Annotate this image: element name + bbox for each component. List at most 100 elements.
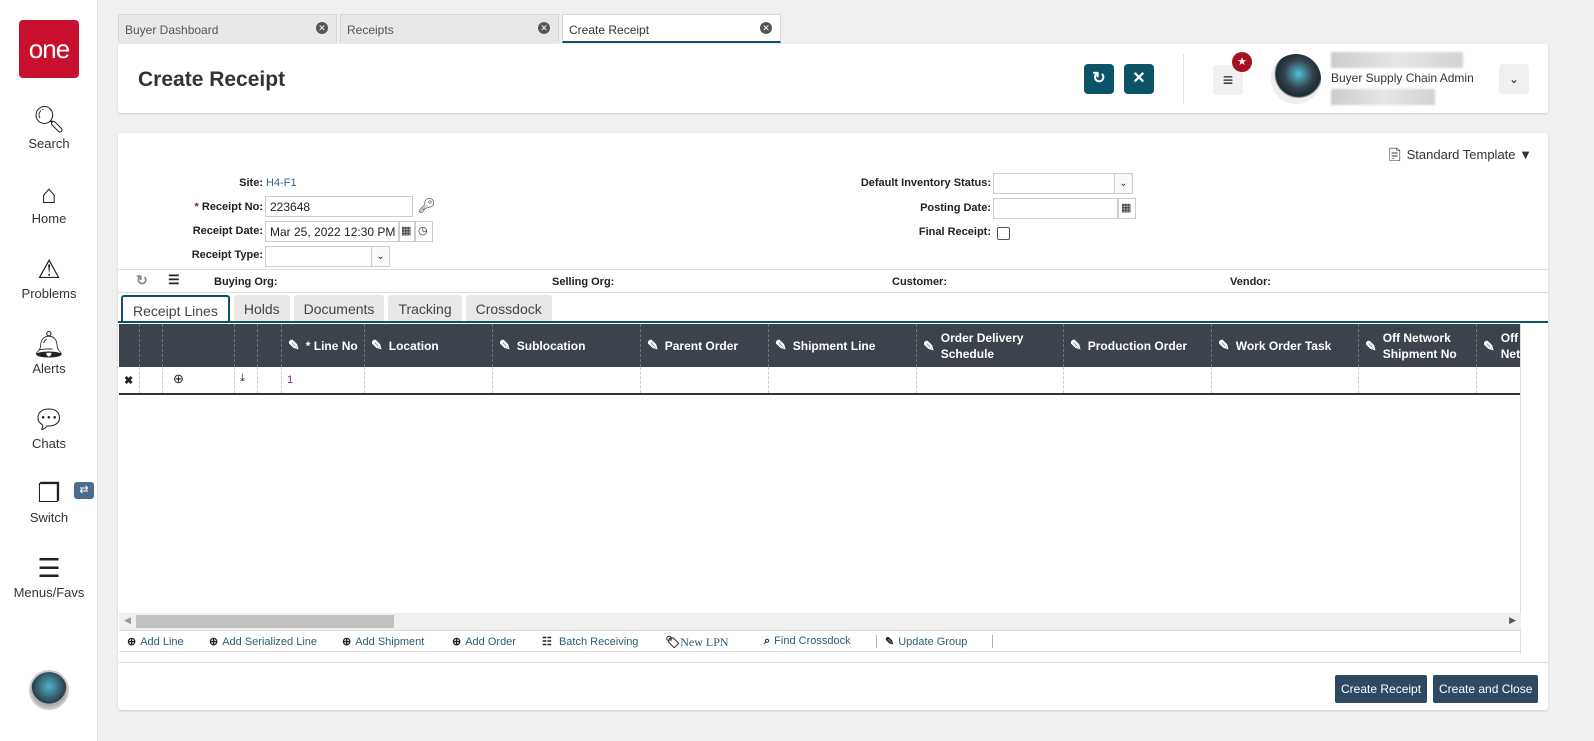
posting-date-input[interactable]	[993, 198, 1118, 219]
column-sublocation[interactable]: ✎ Sublocation	[492, 324, 640, 367]
edit-icon: ✎	[647, 337, 659, 353]
batch-receiving-button[interactable]: ☷ Batch Receiving	[542, 635, 638, 648]
final-receipt-checkbox[interactable]	[997, 227, 1010, 240]
plus-circle-icon: ⊕	[127, 636, 137, 648]
column-shipment-line[interactable]: ✎ Shipment Line	[768, 324, 916, 367]
inventory-status-label: Default Inventory Status:	[860, 177, 991, 189]
switch-badge-icon: ⇄	[74, 482, 94, 499]
close-button[interactable]: ✕	[1124, 64, 1154, 94]
user-avatar[interactable]	[29, 670, 69, 710]
subtab-tracking[interactable]: Tracking	[388, 295, 462, 322]
add-shipment-button[interactable]: ⊕ Add Shipment	[342, 635, 424, 648]
horizontal-scrollbar[interactable]: ◀ ▶	[119, 613, 1521, 630]
subtab-crossdock[interactable]: Crossdock	[465, 295, 552, 322]
sidebar-item-label: Menus/Favs	[13, 585, 85, 600]
refresh-button[interactable]: ↻	[1084, 64, 1114, 94]
sidebar-item-alerts[interactable]: 🔔︎ Alerts	[0, 329, 98, 376]
home-icon: ⌂	[41, 179, 57, 209]
calendar-icon[interactable]: ▦	[399, 221, 415, 242]
calendar-icon[interactable]: ▦	[1118, 198, 1136, 219]
blurred-org	[1331, 89, 1435, 105]
download-icon[interactable]: ⤓	[234, 367, 257, 393]
app-logo[interactable]: one	[19, 20, 79, 78]
template-selector[interactable]: 📄︎ Standard Template ▼	[1386, 147, 1532, 163]
scroll-left-icon[interactable]: ◀	[124, 615, 131, 626]
add-order-button[interactable]: ⊕ Add Order	[452, 635, 516, 648]
refresh-icon[interactable]: ↻	[136, 272, 148, 289]
new-lpn-button[interactable]: 🏷︎New LPN	[665, 635, 729, 650]
column-production-order[interactable]: ✎ Production Order	[1063, 324, 1211, 367]
sidebar-item-menus[interactable]: ☰ Menus/Favs	[0, 553, 98, 600]
boxes-icon: ☷	[542, 636, 552, 648]
receipt-type-select[interactable]: ⌄	[265, 246, 390, 267]
tab-receipts[interactable]: Receipts ✕	[340, 14, 559, 43]
column-off-network-shipment-no[interactable]: ✎ Off Network Shipment No	[1358, 324, 1476, 367]
shipment-line-cell[interactable]	[768, 367, 916, 393]
off-network-order-cell[interactable]	[1476, 367, 1520, 393]
vendor-label: Vendor:	[1230, 276, 1271, 288]
edit-icon: ✎	[1070, 337, 1082, 353]
plus-circle-icon: ⊕	[342, 636, 352, 648]
action-label: Add Order	[465, 636, 516, 648]
plus-circle-icon: ⊕	[452, 636, 462, 648]
create-and-close-button[interactable]: Create and Close	[1433, 675, 1539, 703]
sidebar-item-home[interactable]: ⌂ Home	[0, 179, 98, 226]
edit-icon: ✎	[371, 337, 383, 353]
inventory-status-select[interactable]: ⌄	[993, 173, 1133, 194]
subtab-documents[interactable]: Documents	[293, 295, 385, 322]
key-icon[interactable]: 🔑︎	[418, 197, 436, 214]
add-serialized-line-button[interactable]: ⊕ Add Serialized Line	[209, 635, 317, 648]
add-line-button[interactable]: ⊕ Add Line	[127, 635, 184, 648]
site-value: H4-F1	[266, 177, 297, 189]
column-order-delivery-schedule[interactable]: ✎ Order Delivery Schedule	[916, 324, 1063, 367]
column-location[interactable]: ✎ Location	[364, 324, 492, 367]
production-order-cell[interactable]	[1063, 367, 1211, 393]
clock-icon[interactable]: ◷	[415, 221, 433, 242]
avatar[interactable]	[1271, 54, 1321, 104]
subtab-holds[interactable]: Holds	[233, 295, 290, 322]
sidebar-item-search[interactable]: 🔍︎ Search	[0, 104, 98, 151]
edit-icon: ✎	[499, 337, 511, 353]
edit-icon: ✎	[885, 636, 895, 648]
menu-icon: ☰	[37, 553, 61, 583]
tab-buyer-dashboard[interactable]: Buyer Dashboard ✕	[118, 14, 337, 43]
scrollbar-thumb[interactable]	[136, 615, 394, 628]
receipt-date-input[interactable]: Mar 25, 2022 12:30 PM EDT	[265, 221, 399, 242]
delete-row-icon[interactable]: ✖	[119, 367, 139, 393]
sidebar-item-problems[interactable]: ⚠︎ Problems	[0, 254, 98, 301]
list-icon[interactable]: ☰	[168, 272, 180, 288]
work-order-task-cell[interactable]	[1211, 367, 1358, 393]
line-no-cell[interactable]: 1	[281, 367, 364, 393]
update-group-button[interactable]: ✎ Update Group	[876, 635, 967, 648]
tab-create-receipt[interactable]: Create Receipt ✕	[562, 14, 781, 43]
add-row-icon[interactable]: ⊕	[162, 367, 234, 393]
column-parent-order[interactable]: ✎ Parent Order	[640, 324, 768, 367]
create-receipt-button[interactable]: Create Receipt	[1335, 675, 1428, 703]
bell-icon: 🔔︎	[32, 329, 66, 359]
column-line-no[interactable]: ✎ * Line No	[281, 324, 364, 367]
column-work-order-task[interactable]: ✎ Work Order Task	[1211, 324, 1358, 367]
off-network-shipment-cell[interactable]	[1358, 367, 1476, 393]
find-crossdock-button[interactable]: ⌕ Find Crossdock	[764, 635, 851, 648]
user-role: Buyer Supply Chain Admin	[1331, 71, 1474, 85]
order-delivery-schedule-cell[interactable]	[916, 367, 1063, 393]
receipt-no-label: * Receipt No:	[194, 201, 263, 213]
sublocation-cell[interactable]	[492, 367, 640, 393]
location-cell[interactable]	[364, 367, 492, 393]
column-off-network-order[interactable]: ✎ Off Network Order No	[1476, 324, 1520, 367]
blurred-username	[1331, 52, 1463, 68]
scroll-right-icon[interactable]: ▶	[1509, 615, 1516, 626]
subtab-receipt-lines[interactable]: Receipt Lines	[121, 295, 230, 323]
sidebar-item-label: Alerts	[32, 361, 66, 376]
close-tab-icon[interactable]: ✕	[538, 22, 550, 34]
sidebar-item-chats[interactable]: 💬︎ Chats	[0, 404, 98, 451]
close-tab-icon[interactable]: ✕	[316, 22, 328, 34]
user-dropdown-button[interactable]: ⌄	[1499, 64, 1529, 94]
close-tab-icon[interactable]: ✕	[760, 22, 772, 34]
sidebar-item-label: Home	[31, 211, 67, 226]
grid-actions: ⊕ Add Line ⊕ Add Serialized Line ⊕ Add Ship…	[119, 630, 1521, 652]
column-label: Work Order Task	[1235, 338, 1332, 353]
receipt-no-input[interactable]: 223648	[265, 196, 413, 217]
parent-order-cell[interactable]	[640, 367, 768, 393]
cell	[257, 367, 281, 393]
